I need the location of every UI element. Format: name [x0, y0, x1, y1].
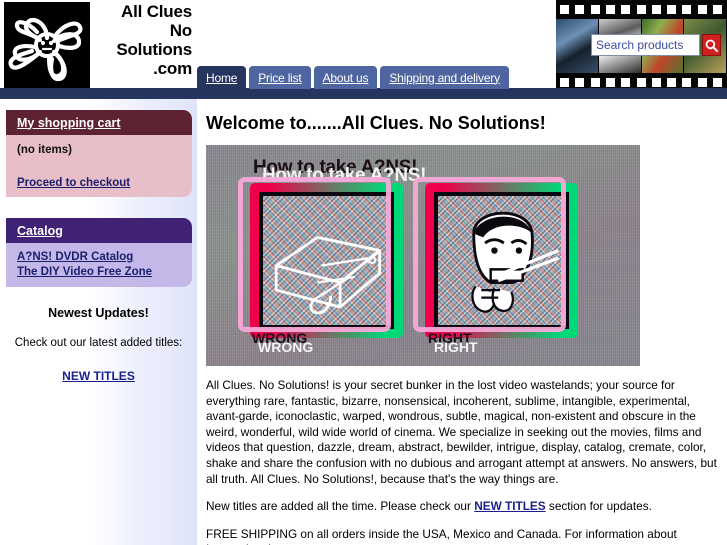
magnifier-icon — [705, 39, 719, 53]
banner-image: How to take A?NS! How to take A?NS! WRON… — [206, 145, 640, 366]
banner-label-wrong: WRONG — [258, 339, 314, 355]
filmstrip-sprockets-top — [556, 0, 727, 19]
tab-about-us[interactable]: About us — [313, 66, 378, 89]
banner-ghost-outline — [413, 177, 566, 332]
tab-price-list[interactable]: Price list — [249, 66, 311, 89]
shipping-paragraph: FREE SHIPPING on all orders inside the U… — [206, 526, 677, 545]
banner-panel-right — [413, 177, 578, 338]
new-titles-text-before: New titles are added all the time. Pleas… — [206, 499, 475, 514]
banner-label-right: RIGHT — [434, 339, 478, 355]
sprocket-hole — [590, 5, 600, 14]
sprocket-hole — [713, 5, 722, 14]
sprocket-hole — [560, 78, 569, 87]
shopping-cart-panel: My shopping cart (no items) Proceed to c… — [6, 110, 192, 197]
brand-line-4: .com — [153, 59, 192, 78]
catalog-link-dvdr[interactable]: A?NS! DVDR Catalog — [17, 250, 181, 265]
shopping-cart-body: (no items) Proceed to checkout — [6, 135, 192, 197]
brand-line-2: No — [169, 21, 192, 40]
search-box — [591, 34, 721, 56]
sprocket-hole — [697, 78, 707, 87]
shopping-cart-title: My shopping cart — [6, 110, 192, 135]
main-content: Welcome to.......All Clues. No Solutions… — [197, 99, 727, 545]
main-navigation: Home Price list About us Shipping and de… — [197, 66, 512, 89]
sprocket-hole — [651, 78, 661, 87]
octopus-logo-icon — [4, 2, 90, 88]
tab-home[interactable]: Home — [197, 66, 247, 89]
sprocket-hole — [682, 5, 692, 14]
new-titles-inline-link[interactable]: NEW TITLES — [474, 499, 545, 513]
navigation-bar — [0, 88, 727, 99]
sprocket-hole — [605, 5, 615, 14]
brand-title: All Clues No Solutions .com — [92, 2, 192, 78]
banner-panel-wrong — [238, 177, 403, 338]
catalog-body: A?NS! DVDR Catalog The DIY Video Free Zo… — [6, 243, 192, 287]
search-button[interactable] — [702, 34, 721, 56]
catalog-link-diy-video-free-zone[interactable]: The DIY Video Free Zone — [17, 265, 181, 280]
sprocket-hole — [605, 78, 615, 87]
catalog-title: Catalog — [6, 218, 192, 243]
search-input[interactable] — [591, 34, 700, 56]
sprocket-hole — [575, 78, 585, 87]
sprocket-hole — [636, 5, 646, 14]
sprocket-hole — [667, 78, 677, 87]
site-header: All Clues No Solutions .com Search produ… — [0, 0, 727, 99]
newest-updates-title: Newest Updates! — [48, 306, 149, 320]
catalog-panel: Catalog A?NS! DVDR Catalog The DIY Video… — [6, 218, 192, 287]
proceed-to-checkout-link[interactable]: Proceed to checkout — [17, 177, 130, 189]
sprocket-hole — [575, 5, 585, 14]
page-title: Welcome to.......All Clues. No Solutions… — [206, 113, 546, 133]
sprocket-hole — [590, 78, 600, 87]
sprocket-hole — [697, 5, 707, 14]
new-titles-text-after: section for updates. — [545, 499, 652, 514]
new-titles-link[interactable]: NEW TITLES — [62, 369, 135, 383]
sprocket-hole — [651, 5, 661, 14]
sprocket-hole — [682, 78, 692, 87]
newest-updates-subtitle: Check out our latest added titles: — [14, 337, 183, 349]
newest-updates-section: Newest Updates! Check out our latest add… — [0, 306, 197, 385]
tab-shipping-and-delivery[interactable]: Shipping and delivery — [380, 66, 509, 89]
page-root: All Clues No Solutions .com Search produ… — [0, 0, 727, 545]
new-titles-paragraph: New titles are added all the time. Pleas… — [206, 499, 719, 515]
banner-ghost-outline — [238, 177, 391, 332]
sprocket-hole — [713, 78, 722, 87]
brand-line-3: Solutions — [116, 40, 192, 59]
sprocket-hole — [636, 78, 646, 87]
sprocket-hole — [560, 5, 569, 14]
intro-paragraph: All Clues. No Solutions! is your secret … — [206, 378, 717, 486]
sprocket-hole — [621, 78, 631, 87]
sprocket-hole — [667, 5, 677, 14]
sprocket-hole — [621, 5, 631, 14]
sidebar: My shopping cart (no items) Proceed to c… — [0, 99, 197, 545]
cart-empty-text: (no items) — [17, 144, 72, 156]
brand-line-1: All Clues — [121, 2, 192, 21]
